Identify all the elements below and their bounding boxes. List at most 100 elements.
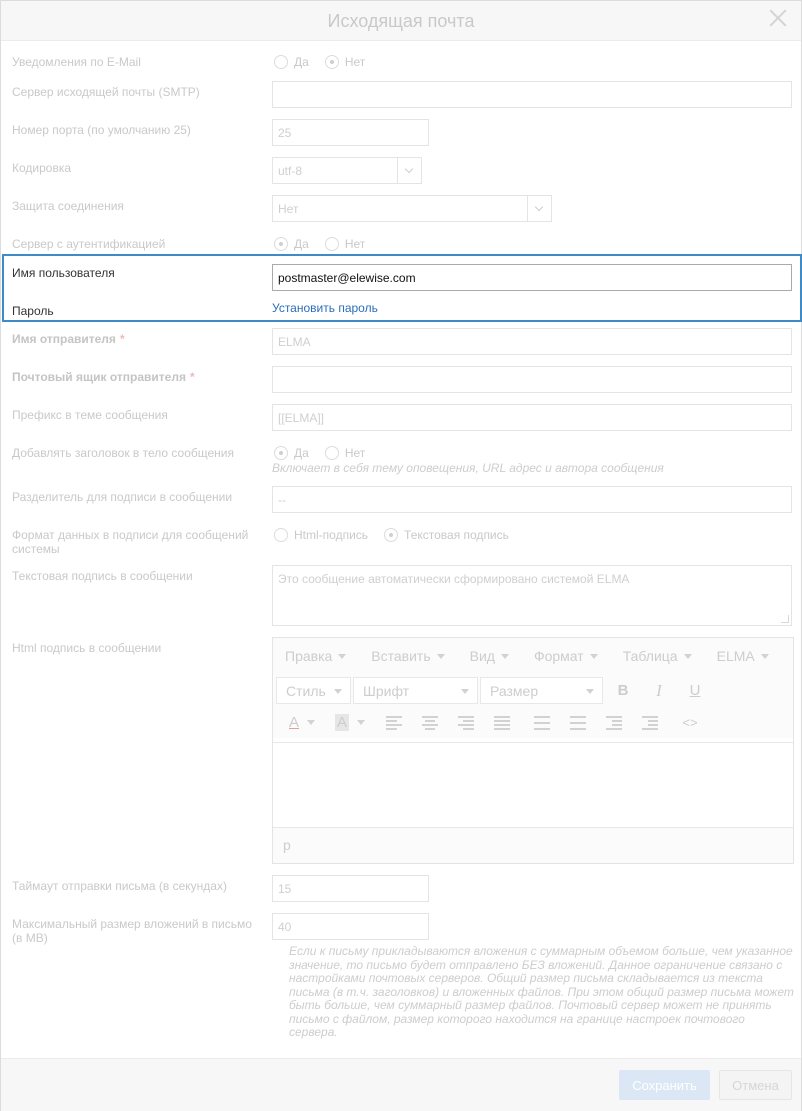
editor-toolbar-row-1: Стиль Шрифт Размер B I U: [273, 674, 793, 706]
dialog-title: Исходящая почта: [327, 11, 475, 31]
port-input[interactable]: 25: [272, 119, 429, 146]
signature-format-text[interactable]: Текстовая подпись: [384, 528, 509, 542]
numbered-list-icon[interactable]: [561, 709, 595, 736]
auth-server-label: Сервер с аутентификацией: [12, 237, 166, 251]
caret-down-icon: [357, 720, 365, 725]
align-left-icon[interactable]: [377, 709, 411, 736]
bullet-list-icon[interactable]: [525, 709, 559, 736]
signature-format-label: Формат данных в подписи для сообщений си…: [12, 528, 249, 556]
encoding-label: Кодировка: [12, 161, 72, 175]
text-signature-textarea[interactable]: Это сообщение автоматически сформировано…: [272, 565, 792, 626]
align-right-icon[interactable]: [449, 709, 483, 736]
caret-down-icon: [760, 653, 769, 659]
close-icon[interactable]: [767, 7, 789, 29]
add-header-hint: Включает в себя тему оповещения, URL адр…: [272, 461, 664, 475]
resize-handle-icon[interactable]: [781, 615, 789, 623]
italic-icon[interactable]: I: [642, 677, 676, 704]
bold-icon[interactable]: B: [606, 677, 640, 704]
chevron-down-icon: [527, 196, 551, 221]
sender-name-input[interactable]: ELMA: [272, 328, 792, 355]
add-header-yes[interactable]: Да: [274, 446, 309, 460]
menu-table[interactable]: Таблица: [623, 648, 692, 664]
subject-prefix-label: Префикс в теме сообщения: [12, 408, 168, 422]
menu-view[interactable]: Вид: [470, 648, 509, 664]
username-label: Имя пользователя: [12, 266, 115, 280]
radio-icon: [324, 237, 339, 251]
max-attachment-input[interactable]: 40: [272, 913, 429, 940]
caret-down-icon: [500, 653, 509, 659]
font-color-icon[interactable]: A: [279, 709, 325, 736]
outgoing-mail-dialog: Исходящая почта Уведомления по E-Mail Да…: [0, 0, 802, 1111]
signature-format-html[interactable]: Html-подпись: [274, 528, 368, 542]
dialog-titlebar: Исходящая почта: [1, 1, 801, 41]
text-signature-label: Текстовая подпись в сообщении: [12, 569, 193, 583]
align-center-icon[interactable]: [413, 709, 447, 736]
encoding-select[interactable]: utf-8: [272, 157, 422, 184]
caret-down-icon: [461, 689, 469, 694]
chevron-down-icon: [397, 158, 421, 183]
radio-selected-icon: [274, 446, 288, 460]
save-button[interactable]: Сохранить: [619, 1070, 710, 1100]
underline-icon[interactable]: U: [678, 677, 712, 704]
email-notifications-no[interactable]: Нет: [324, 55, 365, 69]
sender-name-label: Имя отправителя *: [12, 332, 125, 346]
radio-icon: [324, 446, 339, 460]
caret-down-icon: [307, 720, 315, 725]
menu-insert[interactable]: Вставить: [371, 648, 445, 664]
html-signature-label: Html подпись в сообщении: [12, 641, 162, 655]
style-dropdown[interactable]: Стиль: [276, 677, 351, 704]
size-dropdown[interactable]: Размер: [480, 677, 603, 704]
smtp-server-label: Сервер исходящей почты (SMTP): [12, 85, 200, 99]
align-justify-icon[interactable]: [485, 709, 519, 736]
background-color-icon[interactable]: A: [327, 709, 373, 736]
sender-mailbox-label: Почтовый ящик отправителя *: [12, 370, 195, 384]
caret-down-icon: [436, 653, 445, 659]
editor-toolbar-row-2: A A <>: [273, 706, 793, 738]
menu-format[interactable]: Формат: [534, 648, 598, 664]
smtp-server-input[interactable]: [272, 81, 792, 108]
radio-selected-icon: [274, 237, 288, 251]
email-notifications-label: Уведомления по E-Mail: [12, 55, 141, 69]
send-timeout-label: Таймаут отправки письма (в секундах): [12, 879, 227, 893]
indent-icon[interactable]: [633, 709, 667, 736]
caret-down-icon: [683, 653, 692, 659]
add-header-radio-group: Да Нет: [274, 445, 381, 461]
send-timeout-input[interactable]: 15: [272, 875, 429, 902]
security-label: Защита соединения: [12, 199, 124, 213]
add-header-no[interactable]: Нет: [324, 446, 365, 460]
password-label: Пароль: [12, 304, 54, 318]
html-signature-edit-area[interactable]: [273, 742, 793, 828]
html-signature-editor: Правка Вставить Вид Формат Таблица ELMA …: [272, 637, 794, 864]
radio-selected-icon: [324, 55, 339, 69]
auth-server-yes[interactable]: Да: [274, 237, 309, 251]
signature-separator-label: Разделитель для подписи в сообщении: [12, 490, 233, 504]
max-attachment-label: Максимальный размер вложений в письмо (в…: [12, 917, 252, 945]
email-notifications-radio-group: Да Нет: [274, 54, 381, 70]
cancel-button[interactable]: Отмена: [719, 1070, 792, 1100]
add-header-label: Добавлять заголовок в тело сообщения: [12, 446, 234, 460]
signature-separator-input[interactable]: --: [272, 486, 792, 513]
source-code-icon[interactable]: <>: [673, 709, 707, 736]
font-dropdown[interactable]: Шрифт: [353, 677, 478, 704]
outdent-icon[interactable]: [597, 709, 631, 736]
port-label: Номер порта (по умолчанию 25): [12, 123, 191, 137]
caret-down-icon: [586, 689, 594, 694]
editor-status-path: p: [273, 828, 793, 863]
auth-server-radio-group: Да Нет: [274, 236, 381, 252]
email-notifications-yes[interactable]: Да: [274, 55, 309, 69]
security-select[interactable]: Нет: [272, 195, 552, 222]
caret-down-icon: [338, 653, 347, 659]
set-password-link[interactable]: Установить пароль: [272, 301, 378, 315]
radio-icon: [274, 528, 288, 542]
radio-icon: [274, 55, 288, 69]
sender-mailbox-input[interactable]: [272, 366, 792, 393]
caret-down-icon: [589, 653, 598, 659]
menu-elma[interactable]: ELMA: [717, 648, 769, 664]
subject-prefix-input[interactable]: [[ELMA]]: [272, 404, 792, 431]
radio-selected-icon: [384, 528, 399, 542]
username-input[interactable]: postmaster@elewise.com: [272, 264, 792, 291]
auth-server-no[interactable]: Нет: [324, 237, 365, 251]
caret-down-icon: [334, 689, 342, 694]
menu-edit[interactable]: Правка: [285, 648, 347, 664]
signature-format-radio-group: Html-подпись Текстовая подпись: [274, 527, 525, 543]
